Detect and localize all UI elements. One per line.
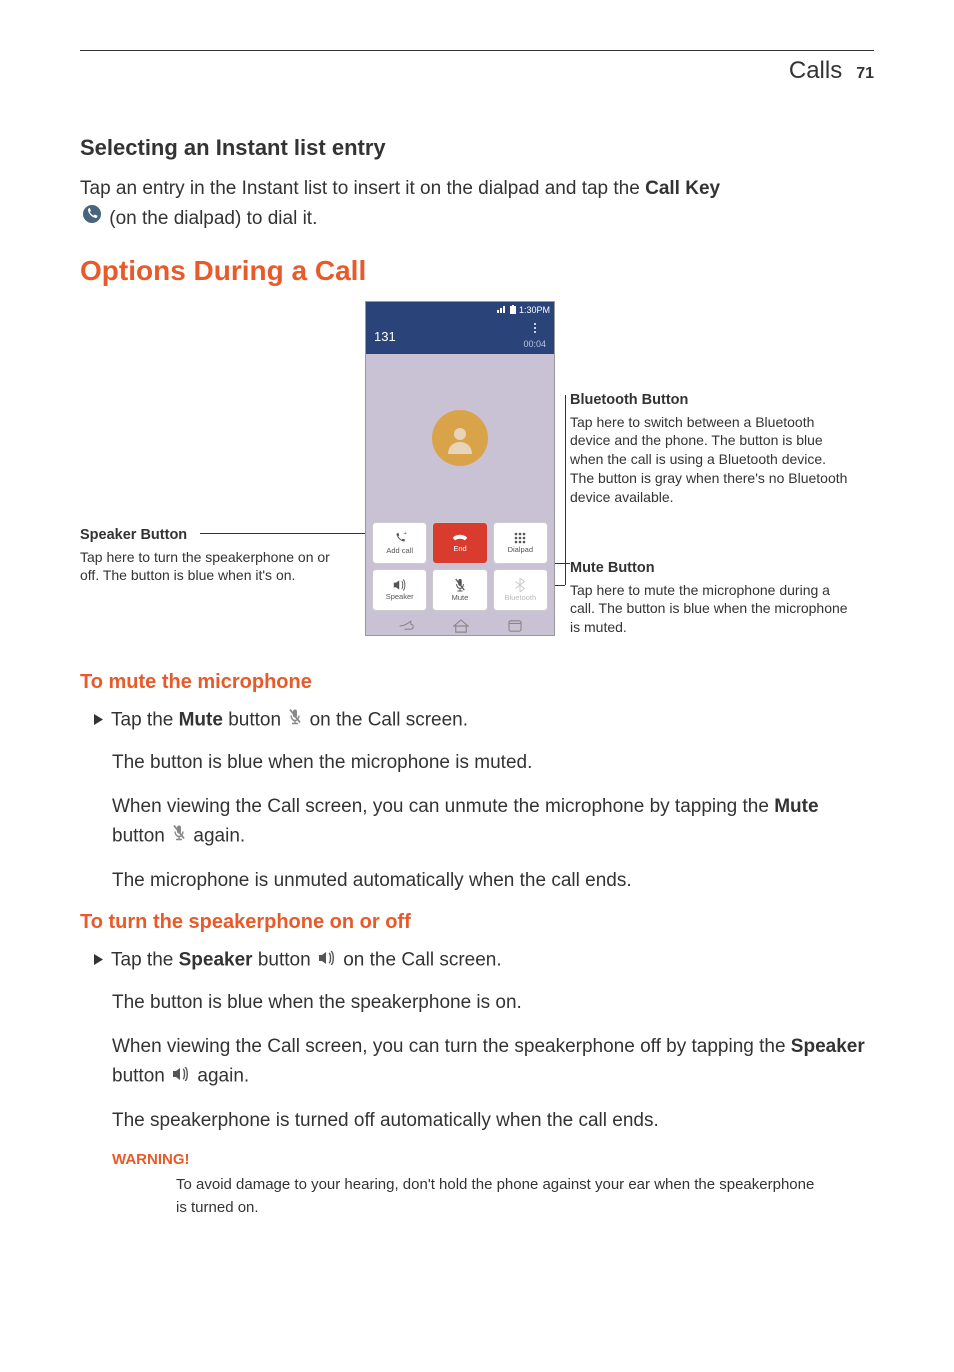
para-mute-auto: The microphone is unmuted automatically … xyxy=(112,867,874,896)
mute-button: Mute xyxy=(432,569,487,611)
speaker-icon xyxy=(393,579,407,591)
text: Tap the xyxy=(111,949,179,970)
mute-label: Mute xyxy=(179,709,223,730)
add-call-button: + Add call xyxy=(372,522,427,564)
recent-icon xyxy=(508,619,522,637)
para-mute-blue: The button is blue when the microphone i… xyxy=(112,749,874,778)
bullet-speaker-step: Tap the Speaker button on the Call scree… xyxy=(94,946,874,975)
btn-label: Speaker xyxy=(386,592,414,601)
btn-label: Mute xyxy=(452,593,469,602)
btn-label: End xyxy=(453,544,466,553)
warning-text: To avoid damage to your hearing, don't h… xyxy=(176,1174,816,1219)
warning-label: WARNING! xyxy=(112,1151,874,1168)
status-time: 1:30PM xyxy=(519,305,550,315)
callout-bluetooth-body: Tap here to switch between a Bluetooth d… xyxy=(570,413,850,507)
text: on the Call screen. xyxy=(310,709,468,730)
text: When viewing the Call screen, you can tu… xyxy=(112,1036,791,1057)
call-key-label: Call Key xyxy=(645,178,720,199)
callout-speaker-body: Tap here to turn the speakerphone on or … xyxy=(80,548,340,586)
text: on the Call screen. xyxy=(343,949,501,970)
call-duration: 00:04 xyxy=(523,339,546,349)
mute-label: Mute xyxy=(774,796,818,817)
para-speaker-off: When viewing the Call screen, you can tu… xyxy=(112,1033,874,1090)
text: Tap the xyxy=(111,709,179,730)
avatar-icon xyxy=(432,410,488,466)
dialpad-icon xyxy=(514,532,526,544)
more-options-icon xyxy=(523,323,546,333)
bullet-text: Tap the Mute button on the Call screen. xyxy=(111,706,468,735)
btn-label: Dialpad xyxy=(508,545,533,554)
speaker-icon xyxy=(172,1062,190,1091)
bullet-text: Tap the Speaker button on the Call scree… xyxy=(111,946,502,975)
btn-label: Bluetooth xyxy=(504,593,536,602)
call-header: 131 00:04 xyxy=(366,318,554,354)
text: again. xyxy=(193,825,245,846)
heading-instant-list: Selecting an Instant list entry xyxy=(80,135,874,161)
callout-mute-body: Tap here to mute the microphone during a… xyxy=(570,581,850,638)
mute-icon xyxy=(172,822,186,851)
mute-icon xyxy=(454,578,466,592)
call-screen-diagram: Speaker Button Tap here to turn the spea… xyxy=(80,301,870,651)
btn-label: Add call xyxy=(386,546,413,555)
phone-screenshot: 1:30PM 131 00:04 + Add call xyxy=(365,301,555,636)
end-call-button: End xyxy=(432,522,487,564)
para-speaker-auto: The speakerphone is turned off automatic… xyxy=(112,1107,874,1136)
battery-icon xyxy=(510,305,516,316)
bullet-mute-step: Tap the Mute button on the Call screen. xyxy=(94,706,874,735)
text: button xyxy=(112,825,170,846)
speaker-label: Speaker xyxy=(179,949,253,970)
para-instant-list: Tap an entry in the Instant list to inse… xyxy=(80,175,874,233)
call-key-icon xyxy=(82,204,102,234)
bluetooth-icon xyxy=(515,578,525,592)
speaker-icon xyxy=(318,946,336,975)
home-icon xyxy=(453,619,469,638)
speaker-label: Speaker xyxy=(791,1036,865,1057)
text: again. xyxy=(197,1065,249,1086)
add-call-icon: + xyxy=(393,531,407,545)
text: button xyxy=(223,709,286,730)
call-buttons-grid: + Add call End Dialpad Speaker Mut xyxy=(366,522,554,611)
text: button xyxy=(112,1065,170,1086)
back-icon xyxy=(398,619,414,637)
header-section-title: Calls xyxy=(789,57,842,85)
end-call-icon xyxy=(452,533,468,543)
para-mute-unmute: When viewing the Call screen, you can un… xyxy=(112,793,874,850)
para-text: (on the dialpad) to dial it. xyxy=(109,207,317,228)
callout-mute-title: Mute Button xyxy=(570,559,850,579)
dialpad-button: Dialpad xyxy=(493,522,548,564)
status-bar: 1:30PM xyxy=(366,302,554,318)
para-text: Tap an entry in the Instant list to inse… xyxy=(80,178,645,199)
callout-bluetooth: Bluetooth Button Tap here to switch betw… xyxy=(570,391,850,507)
heading-speakerphone: To turn the speakerphone on or off xyxy=(80,911,874,934)
bullet-triangle-icon xyxy=(94,952,103,970)
text: When viewing the Call screen, you can un… xyxy=(112,796,774,817)
page-header: Calls 71 xyxy=(80,57,874,85)
bluetooth-button: Bluetooth xyxy=(493,569,548,611)
caller-number: 131 xyxy=(374,329,396,344)
bullet-triangle-icon xyxy=(94,712,103,730)
nav-bar xyxy=(366,615,554,641)
callout-mute: Mute Button Tap here to mute the microph… xyxy=(570,559,850,637)
svg-text:+: + xyxy=(403,531,406,537)
caller-avatar-area xyxy=(366,354,554,522)
mute-icon xyxy=(288,706,302,735)
callout-speaker: Speaker Button Tap here to turn the spea… xyxy=(80,526,340,585)
callout-bluetooth-title: Bluetooth Button xyxy=(570,391,850,411)
header-rule xyxy=(80,50,874,51)
text: button xyxy=(253,949,316,970)
signal-icon xyxy=(497,305,507,315)
heading-options-during-call: Options During a Call xyxy=(80,255,874,287)
callout-line xyxy=(565,395,566,585)
para-speaker-blue: The button is blue when the speakerphone… xyxy=(112,989,874,1018)
heading-mute-mic: To mute the microphone xyxy=(80,671,874,694)
speaker-button: Speaker xyxy=(372,569,427,611)
header-page-number: 71 xyxy=(856,65,874,83)
callout-speaker-title: Speaker Button xyxy=(80,526,340,546)
